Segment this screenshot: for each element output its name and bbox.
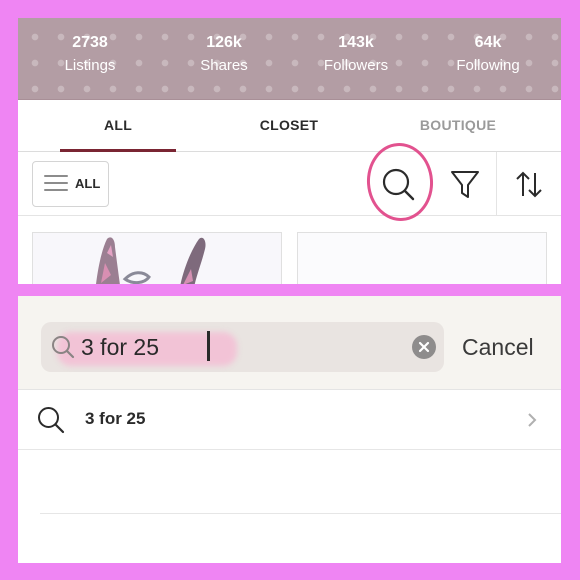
closet-screen: 2738 Listings 126k Shares 143k Followers… — [18, 18, 561, 284]
category-filter-button[interactable]: ALL — [32, 161, 109, 207]
tab-boutique[interactable]: BOUTIQUE — [398, 100, 518, 152]
stat-followers[interactable]: 143k Followers — [296, 33, 416, 79]
filter-button[interactable] — [433, 152, 497, 216]
suggestion-text: 3 for 25 — [85, 409, 146, 428]
stat-followers-value: 143k — [338, 34, 374, 51]
closet-tabs: ALL CLOSET BOUTIQUE — [18, 100, 561, 152]
stat-listings-value: 2738 — [72, 34, 108, 51]
stat-listings-label: Listings — [64, 57, 116, 74]
search-icon — [52, 336, 75, 359]
search-screen: 3 for 25 Cancel 3 for 25 — [18, 296, 561, 563]
stat-shares[interactable]: 126k Shares — [164, 33, 284, 79]
stat-following-label: Following — [456, 57, 520, 74]
stat-following[interactable]: 64k Following — [428, 33, 548, 79]
listing-thumbnail — [33, 233, 281, 284]
filter-icon — [451, 171, 479, 198]
text-cursor — [207, 331, 210, 361]
sort-button[interactable] — [496, 152, 560, 216]
search-icon — [38, 407, 65, 434]
category-filter-label: ALL — [75, 176, 101, 191]
stat-followers-label: Followers — [323, 57, 389, 74]
profile-stats-bar: 2738 Listings 126k Shares 143k Followers… — [18, 18, 561, 100]
clear-search-button[interactable] — [412, 335, 436, 359]
stat-listings[interactable]: 2738 Listings — [30, 33, 150, 79]
closet-toolbar: ALL — [18, 152, 561, 216]
tab-all[interactable]: ALL — [60, 100, 176, 152]
search-input-value: 3 for 25 — [81, 334, 159, 360]
list-divider — [40, 513, 561, 514]
menu-icon — [44, 175, 68, 193]
suggestion-item[interactable]: 3 for 25 — [18, 390, 561, 450]
stat-shares-value: 126k — [206, 34, 242, 51]
tab-closet[interactable]: CLOSET — [229, 100, 349, 152]
search-input[interactable]: 3 for 25 — [41, 322, 444, 372]
close-icon — [418, 341, 430, 353]
chevron-right-icon — [528, 413, 537, 427]
stat-following-value: 64k — [474, 34, 502, 51]
stat-shares-label: Shares — [200, 57, 248, 74]
listing-card[interactable] — [32, 232, 282, 284]
listing-card[interactable] — [297, 232, 547, 284]
sort-icon — [516, 171, 542, 198]
search-suggestions: 3 for 25 — [18, 389, 561, 563]
cancel-button[interactable]: Cancel — [462, 332, 534, 362]
